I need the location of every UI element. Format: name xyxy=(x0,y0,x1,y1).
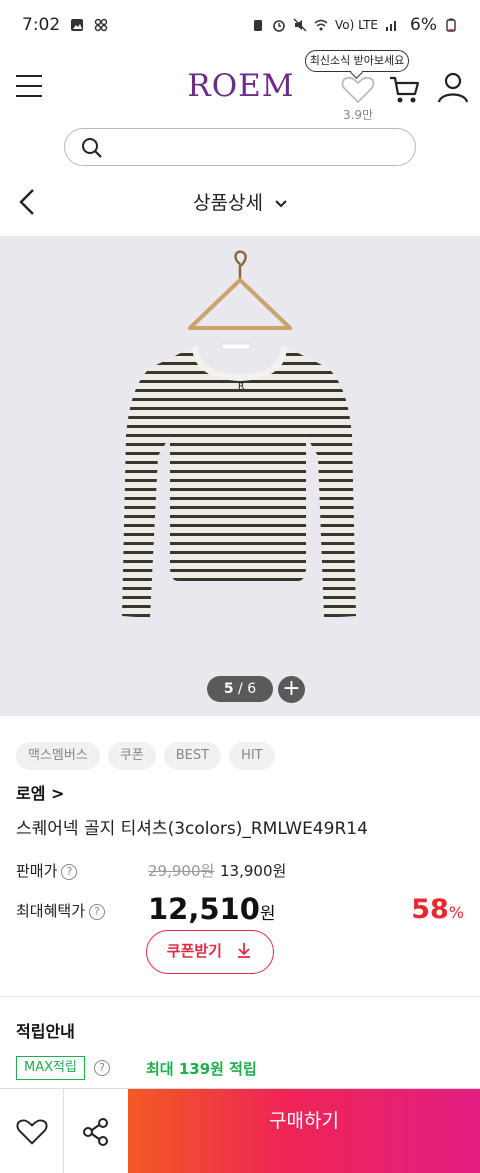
battery-saver-icon xyxy=(253,20,262,31)
app-notification-icon xyxy=(94,18,108,32)
tag-best: BEST xyxy=(163,742,222,770)
alarm-icon xyxy=(273,20,285,32)
help-icon[interactable]: ? xyxy=(61,863,78,880)
benefit-label: 최대혜택가 xyxy=(16,902,86,920)
price-row: 판매가? 29,900원 13,900원 xyxy=(16,860,464,884)
mute-icon xyxy=(293,18,307,32)
page-title-label: 상품상세 xyxy=(193,192,263,214)
product-tags: 맥스멤버스 쿠폰 BEST HIT xyxy=(16,742,275,770)
price-label-wrap: 판매가? xyxy=(16,860,78,881)
menu-icon[interactable] xyxy=(16,75,42,97)
user-icon[interactable] xyxy=(436,70,470,104)
brand-logo[interactable]: ROEM xyxy=(185,68,297,104)
signal-icon xyxy=(386,21,397,31)
search-input[interactable] xyxy=(115,135,405,159)
download-icon xyxy=(238,943,251,958)
battery-icon xyxy=(446,18,456,32)
sale-price: 13,900원 xyxy=(220,862,287,880)
brand-link[interactable]: 로엠 > xyxy=(16,780,64,804)
cart-icon[interactable] xyxy=(388,72,422,106)
gallery-pager: 5 / 6 xyxy=(207,676,273,702)
benefit-label-wrap: 최대혜택가? xyxy=(16,900,106,921)
subscribe-tooltip: 최신소식 받아보세요 xyxy=(305,50,409,72)
wishlist-button[interactable] xyxy=(0,1089,64,1173)
help-icon[interactable]: ? xyxy=(94,1060,110,1076)
tag-hit: HIT xyxy=(229,742,275,770)
like-button[interactable]: 3.9만 xyxy=(338,76,378,122)
reward-text: 최대 139원 적립 xyxy=(146,1060,257,1078)
reward-title: 적립안내 xyxy=(16,1022,75,1041)
section-divider xyxy=(0,996,480,997)
pager-separator: / xyxy=(238,681,243,697)
buy-button[interactable]: 구매하기 xyxy=(128,1089,480,1173)
battery-level: 6% xyxy=(410,15,437,35)
app-header: ROEM 최신소식 받아보세요 3.9만 xyxy=(0,50,480,122)
network-label: Vo) LTE xyxy=(334,18,379,32)
chevron-down-icon xyxy=(275,199,287,207)
share-button[interactable] xyxy=(64,1089,128,1173)
price-label: 판매가 xyxy=(16,862,58,880)
wifi-icon xyxy=(314,19,328,31)
max-reward-badge: MAX적립 xyxy=(16,1056,85,1080)
tag-max-members: 맥스멤버스 xyxy=(16,742,100,770)
page-header: 상품상세 xyxy=(0,176,480,228)
heart-icon xyxy=(16,1119,47,1145)
page-title[interactable]: 상품상세 xyxy=(0,188,480,215)
search-bar[interactable] xyxy=(64,128,416,166)
like-count: 3.9만 xyxy=(342,108,374,122)
product-name: 스퀘어넥 골지 티셔츠(3colors)_RMLWE49R14 xyxy=(16,819,368,839)
original-price: 29,900원 xyxy=(148,862,215,880)
status-bar: 7:02 Vo) LTE 6% xyxy=(0,0,480,50)
help-icon[interactable]: ? xyxy=(89,903,106,920)
gallery-expand-button[interactable]: + xyxy=(278,676,305,703)
svg-text:R: R xyxy=(238,382,244,392)
benefit-price: 12,510원 xyxy=(148,892,276,926)
product-image[interactable]: R 5 / 6 + xyxy=(0,236,480,716)
tag-coupon: 쿠폰 xyxy=(107,742,156,770)
bottom-action-bar: 구매하기 xyxy=(0,1088,480,1173)
share-icon xyxy=(83,1117,108,1146)
gallery-notification-icon xyxy=(71,19,84,31)
pager-current: 5 xyxy=(223,681,234,697)
search-icon xyxy=(82,138,102,158)
heart-icon xyxy=(341,76,375,104)
pager-total: 6 xyxy=(247,681,257,697)
status-time: 7:02 xyxy=(22,15,61,35)
coupon-download-button[interactable]: 쿠폰받기 xyxy=(146,930,274,974)
striped-shirt-image: R xyxy=(122,250,356,618)
discount-rate: 58% xyxy=(411,894,464,925)
coupon-label: 쿠폰받기 xyxy=(166,942,222,960)
benefit-row: 최대혜택가? 12,510원 58% xyxy=(16,892,464,928)
